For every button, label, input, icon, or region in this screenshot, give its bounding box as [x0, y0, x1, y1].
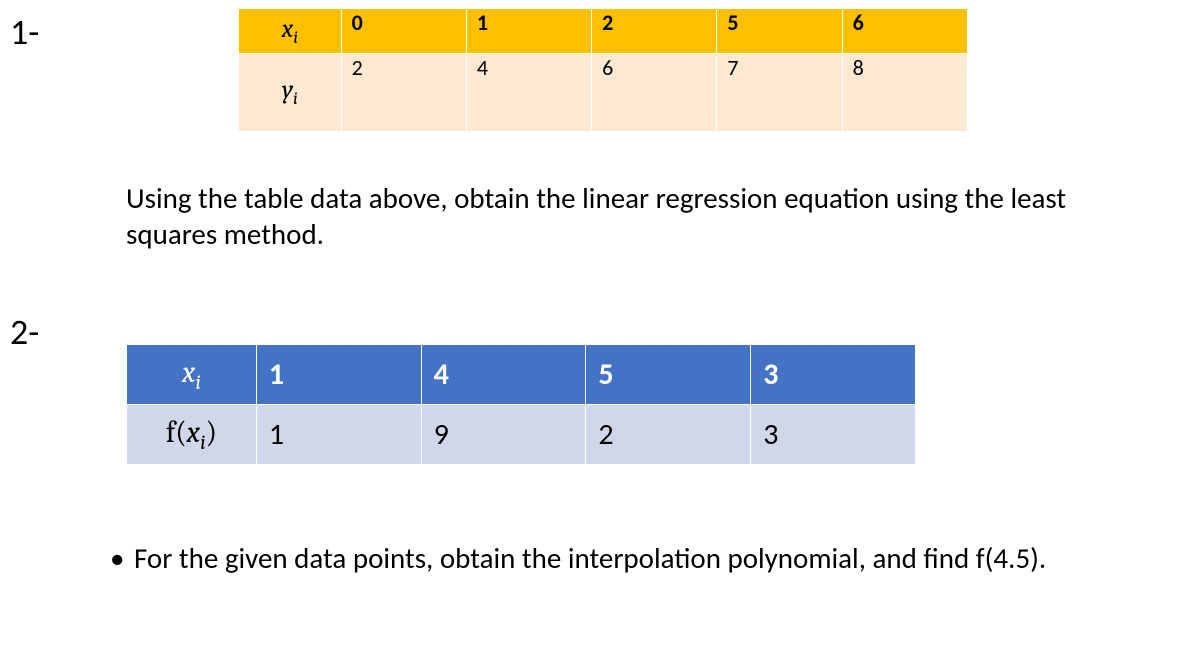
table-2-row-xi: xi 1 4 5 3 — [127, 345, 916, 405]
table-1-cell: 8 — [842, 54, 967, 132]
table-2-fxi-label: f(xi) — [127, 405, 257, 465]
table-1-xi-label: xi — [239, 9, 342, 54]
table-1-yi-label: yi — [239, 54, 342, 132]
question-2-body: For the given data points, obtain the in… — [134, 540, 1174, 576]
table-1: xi 0 1 2 5 6 yi 2 4 6 7 8 — [238, 8, 968, 132]
question-2-text: •For the given data points, obtain the i… — [110, 540, 1185, 576]
table-2-cell: 3 — [751, 345, 916, 405]
bullet-icon: • — [110, 540, 134, 576]
table-1-cell: 6 — [592, 54, 717, 132]
table-2-cell: 2 — [586, 405, 751, 465]
table-1-cell: 0 — [341, 9, 466, 54]
table-2-row-fxi: f(xi) 1 9 2 3 — [127, 405, 916, 465]
table-1-cell: 2 — [341, 54, 466, 132]
table-2-cell: 1 — [256, 405, 421, 465]
table-1-cell: 5 — [717, 9, 842, 54]
table-2-cell: 3 — [751, 405, 916, 465]
table-1-cell: 1 — [466, 9, 591, 54]
table-1-cell: 6 — [842, 9, 967, 54]
question-1-label: 1- — [10, 10, 39, 54]
table-1-row-xi: xi 0 1 2 5 6 — [239, 9, 968, 54]
table-1-cell: 7 — [717, 54, 842, 132]
table-1-cell: 4 — [466, 54, 591, 132]
question-2-label: 2- — [10, 310, 39, 354]
table-2: xi 1 4 5 3 f(xi) 1 9 2 3 — [126, 344, 916, 465]
table-2-cell: 9 — [421, 405, 586, 465]
question-1-text: Using the table data above, obtain the l… — [126, 180, 1146, 253]
table-2-cell: 4 — [421, 345, 586, 405]
table-2-xi-label: xi — [127, 345, 257, 405]
table-1-row-yi: yi 2 4 6 7 8 — [239, 54, 968, 132]
table-2-cell: 5 — [586, 345, 751, 405]
table-1-cell: 2 — [592, 9, 717, 54]
table-2-cell: 1 — [256, 345, 421, 405]
